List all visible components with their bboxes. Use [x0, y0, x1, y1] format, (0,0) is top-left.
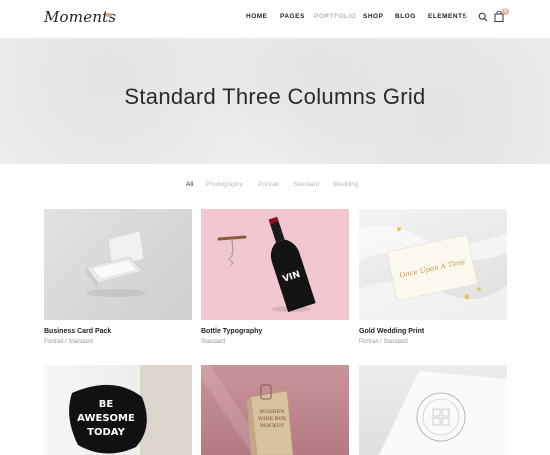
sign-line: BE — [99, 399, 114, 410]
wine-bottle-image: VIN — [217, 216, 316, 312]
portfolio-item-title[interactable]: Business Card Pack — [44, 328, 111, 335]
page-title: Standard Three Columns Grid — [124, 84, 426, 109]
cart-count-badge: 0 — [502, 8, 509, 15]
filter-photography[interactable]: Photography — [206, 181, 243, 188]
filter-wedding[interactable]: Wedding — [333, 181, 359, 188]
page-title-banner: Standard Three Columns Grid — [0, 38, 550, 164]
main-nav: HOME PAGES PORTFOLIO SHOP BLOG ELEMENTS — [0, 13, 550, 25]
box-line: WINE BOX — [258, 416, 287, 422]
filter-all[interactable]: All — [186, 181, 193, 188]
stamp-paper-image — [379, 371, 507, 455]
wedding-card-image: Once Upon A Time — [359, 225, 507, 320]
portfolio-thumbnail[interactable]: VIN — [201, 209, 349, 320]
portfolio-thumbnail[interactable]: Once Upon A Time — [359, 209, 507, 320]
portfolio-thumbnail[interactable] — [359, 365, 507, 455]
portfolio-item-category[interactable]: Portrait / Standard — [44, 339, 93, 345]
wooden-wine-box-image: WOODEN WINE BOX MOCKUP — [201, 365, 294, 455]
portfolio-thumbnail[interactable]: WOODEN WINE BOX MOCKUP — [201, 365, 349, 455]
nav-item-blog[interactable]: BLOG — [395, 13, 416, 20]
nav-item-portfolio[interactable]: PORTFOLIO — [314, 13, 356, 20]
portfolio-item-title[interactable]: Gold Wedding Print — [359, 328, 424, 335]
portfolio-item[interactable]: Once Upon A Time Gold Wedding Print Port… — [359, 209, 507, 354]
search-icon[interactable] — [478, 12, 488, 22]
nav-item-shop[interactable]: SHOP — [363, 13, 383, 20]
portfolio-item[interactable]: WOODEN WINE BOX MOCKUP — [201, 365, 349, 455]
portfolio-item-category[interactable]: Portrait / Standard — [359, 339, 408, 345]
portfolio-item[interactable] — [359, 365, 507, 455]
nav-item-home[interactable]: HOME — [246, 13, 268, 20]
box-line: WOODEN — [259, 409, 285, 415]
be-awesome-today-image: BE AWESOME TODAY — [69, 365, 192, 455]
sign-line: TODAY — [87, 427, 125, 438]
sign-line: AWESOME — [77, 413, 135, 424]
portfolio-thumbnail[interactable]: BE AWESOME TODAY — [44, 365, 192, 455]
portfolio-item[interactable]: Business Card Pack Portrait / Standard — [44, 209, 192, 354]
site-header: Moments HOME PAGES PORTFOLIO SHOP BLOG E… — [0, 0, 550, 38]
portfolio-item[interactable]: BE AWESOME TODAY — [44, 365, 192, 455]
box-line: MOCKUP — [260, 423, 285, 429]
nav-item-elements[interactable]: ELEMENTS — [428, 13, 467, 20]
business-card-box-image — [85, 230, 146, 297]
filter-standard[interactable]: Standard — [293, 181, 319, 188]
nav-item-pages[interactable]: PAGES — [280, 13, 305, 20]
portfolio-item-category[interactable]: Standard — [201, 339, 225, 345]
nav-divider — [465, 11, 466, 23]
filter-portrait[interactable]: Portrait — [258, 181, 279, 188]
portfolio-item[interactable]: VIN Bottle Typography Standard — [201, 209, 349, 354]
portfolio-filter: All Photography Portrait Standard Weddin… — [0, 181, 550, 193]
portfolio-item-title[interactable]: Bottle Typography — [201, 328, 262, 335]
portfolio-thumbnail[interactable] — [44, 209, 192, 320]
